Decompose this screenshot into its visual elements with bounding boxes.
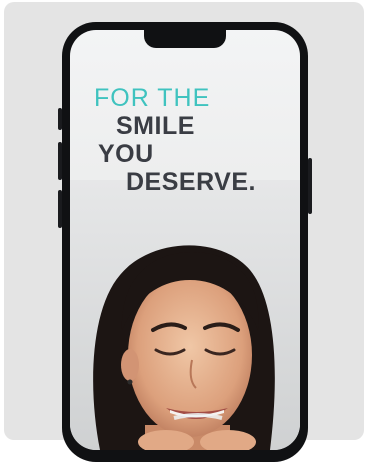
headline-line-4: DESERVE. (126, 168, 256, 196)
phone-screen: FOR THE SMILE YOU DESERVE. (70, 30, 300, 450)
phone-power-button (308, 158, 312, 214)
phone-notch (144, 30, 226, 48)
headline-line-3: YOU (98, 140, 154, 168)
headline-line-2: SMILE (116, 112, 195, 140)
headline-line-1: FOR THE (94, 84, 211, 112)
smartphone-mockup: FOR THE SMILE YOU DESERVE. (62, 22, 308, 462)
woman-smiling-photo (70, 180, 300, 450)
